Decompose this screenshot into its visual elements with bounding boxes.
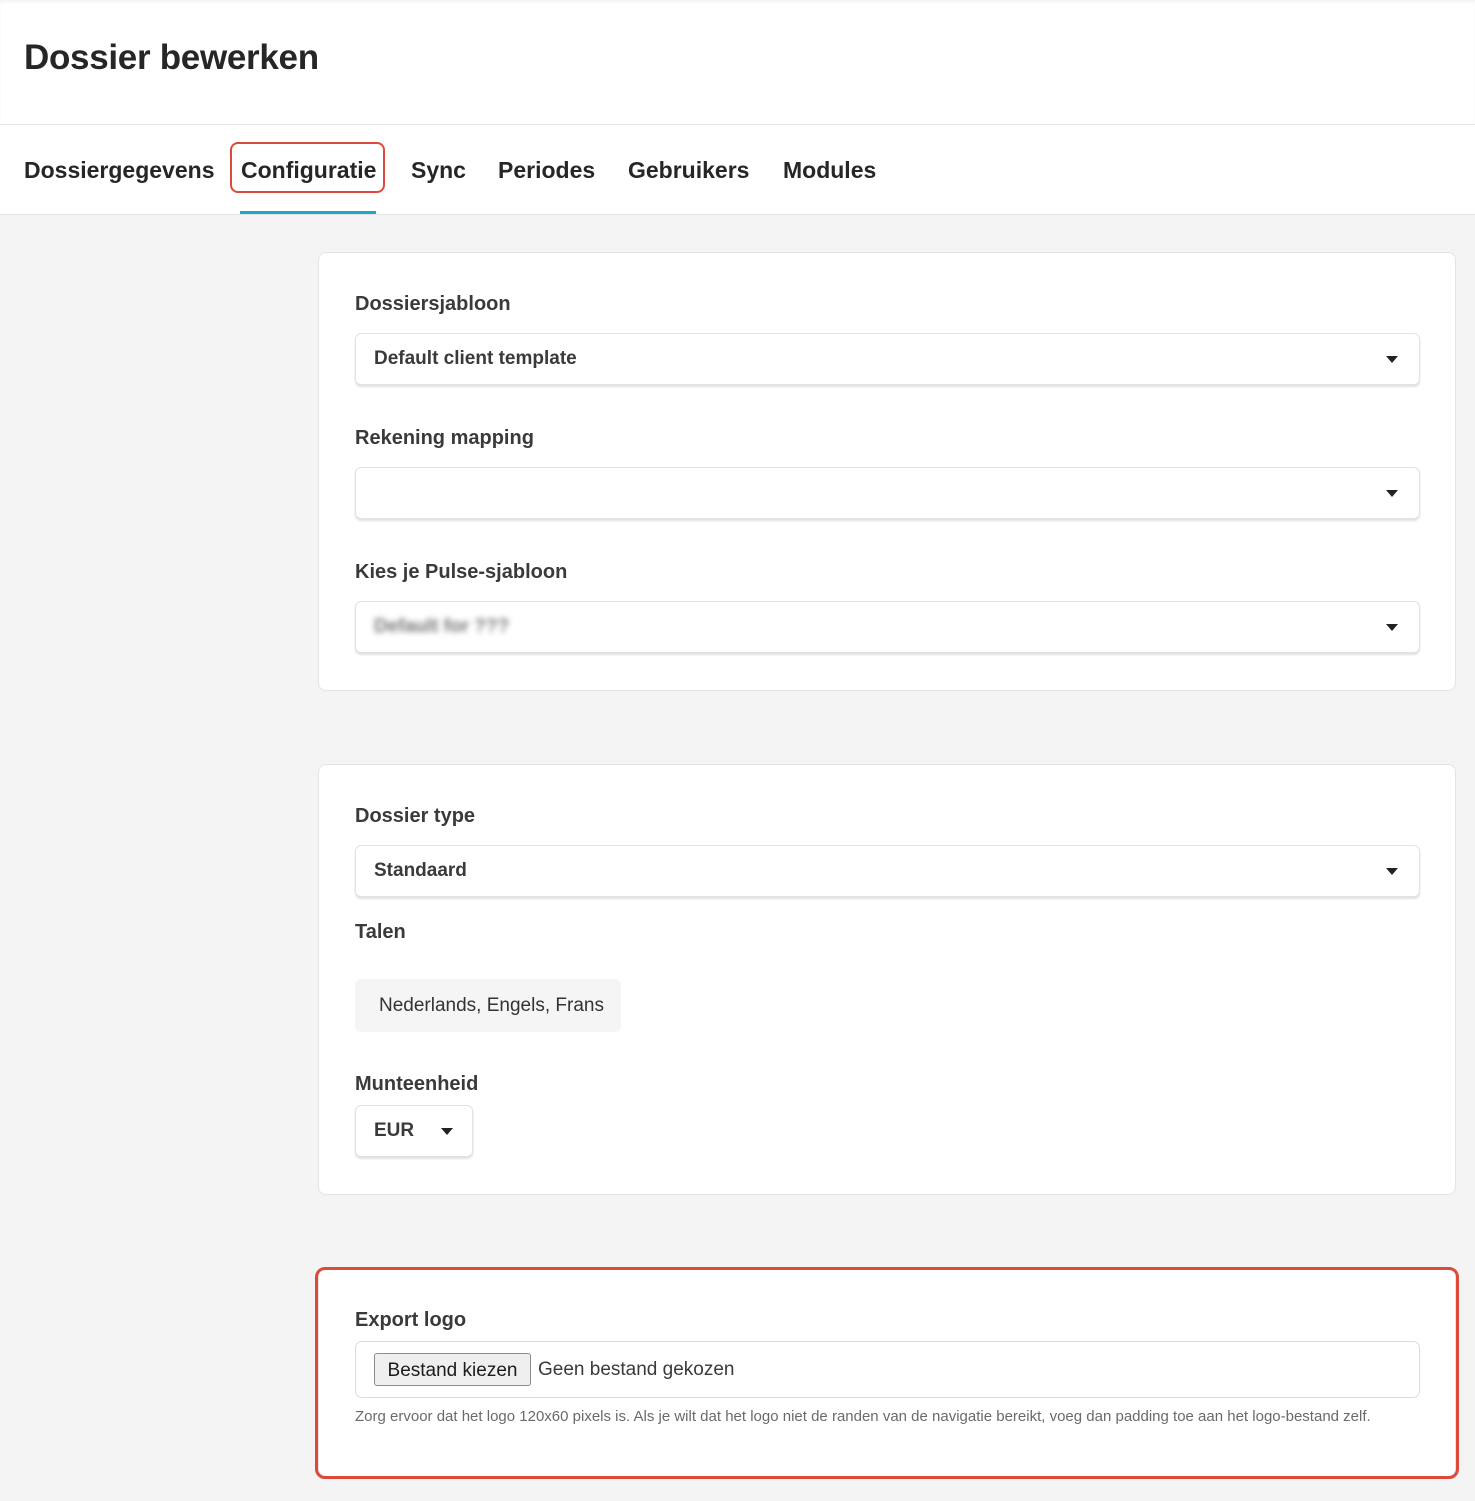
tab-dossiergegevens[interactable]: Dossiergegevens bbox=[24, 153, 214, 187]
logo-file-input[interactable]: Bestand kiezen Geen bestand gekozen bbox=[355, 1341, 1420, 1398]
export-logo-label: Export logo bbox=[355, 1309, 467, 1331]
page-title: Dossier bewerken bbox=[24, 38, 319, 77]
export-logo-card: Export logo Bestand kiezen Geen bestand … bbox=[318, 1268, 1456, 1477]
tab-configuratie[interactable]: Configuratie bbox=[241, 153, 376, 187]
tab-sync[interactable]: Sync bbox=[411, 153, 466, 187]
languages-value: Nederlands, Engels, Frans bbox=[379, 995, 604, 1016]
dossier-type-select[interactable]: Standaard bbox=[355, 845, 1420, 897]
choose-file-button[interactable]: Bestand kiezen bbox=[374, 1353, 531, 1386]
tab-periodes[interactable]: Periodes bbox=[498, 153, 595, 187]
file-status-text: Geen bestand gekozen bbox=[538, 1359, 735, 1380]
currency-value: EUR bbox=[374, 1120, 415, 1141]
languages-label: Talen bbox=[355, 921, 406, 943]
template-settings-card: Dossiersjabloon Default client template … bbox=[318, 252, 1456, 691]
pulse-template-value: Default for ??? bbox=[374, 616, 510, 637]
caret-down-icon bbox=[1386, 868, 1398, 875]
active-tab-underline bbox=[240, 211, 376, 214]
pulse-template-select[interactable]: Default for ??? bbox=[355, 601, 1420, 653]
dossier-template-select[interactable]: Default client template bbox=[355, 333, 1420, 385]
caret-down-icon bbox=[1386, 356, 1398, 363]
dossier-type-card: Dossier type Standaard Talen Nederlands,… bbox=[318, 764, 1456, 1195]
tab-modules[interactable]: Modules bbox=[783, 153, 876, 187]
dossier-type-value: Standaard bbox=[374, 860, 467, 881]
dossier-template-value: Default client template bbox=[374, 348, 577, 369]
account-mapping-select[interactable] bbox=[355, 467, 1420, 519]
caret-down-icon bbox=[441, 1128, 453, 1135]
dossier-template-label: Dossiersjabloon bbox=[355, 293, 511, 315]
tab-gebruikers[interactable]: Gebruikers bbox=[628, 153, 749, 187]
logo-help-text: Zorg ervoor dat het logo 120x60 pixels i… bbox=[355, 1408, 1371, 1425]
account-mapping-label: Rekening mapping bbox=[355, 427, 534, 449]
dossier-type-label: Dossier type bbox=[355, 805, 476, 827]
languages-chip[interactable]: Nederlands, Engels, Frans bbox=[355, 979, 621, 1032]
pulse-template-label: Kies je Pulse-sjabloon bbox=[355, 561, 568, 583]
caret-down-icon bbox=[1386, 624, 1398, 631]
currency-select[interactable]: EUR bbox=[355, 1105, 473, 1157]
currency-label: Munteenheid bbox=[355, 1073, 479, 1095]
tab-bar: Dossiergegevens Configuratie Sync Period… bbox=[0, 125, 1475, 215]
page-header: Dossier bewerken bbox=[0, 0, 1475, 125]
caret-down-icon bbox=[1386, 490, 1398, 497]
